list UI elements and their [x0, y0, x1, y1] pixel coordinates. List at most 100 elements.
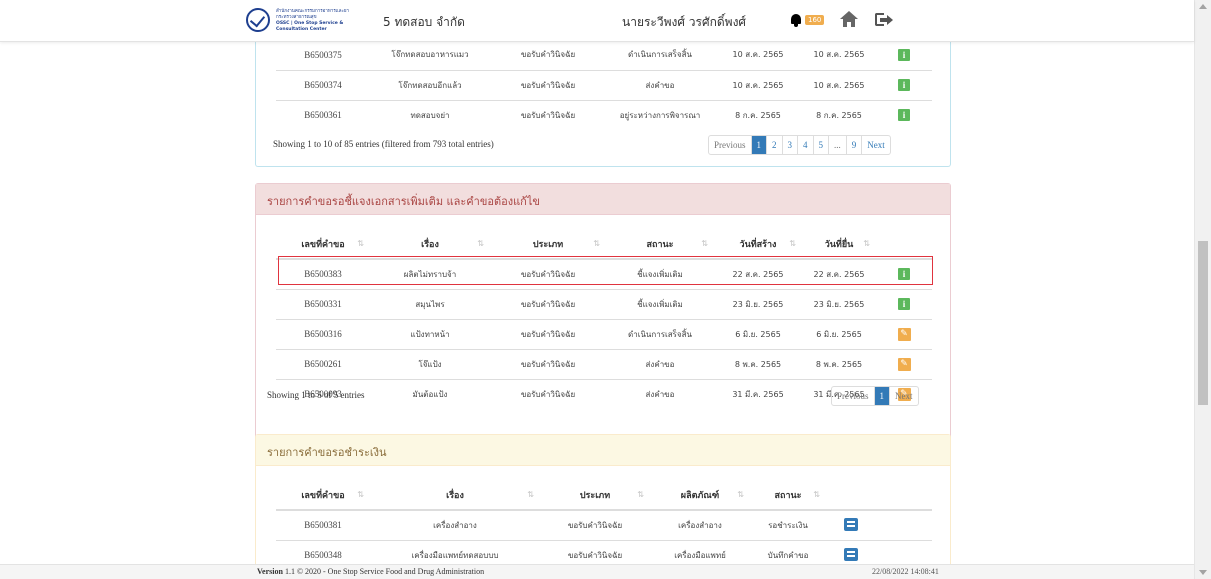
sort-icon[interactable]: ⇅	[701, 239, 708, 248]
request-subject: เครื่องสำอาง	[370, 509, 540, 540]
user-name[interactable]: นายระวีพงศ์ วรศักดิ์พงศ์	[622, 13, 746, 32]
created-date: 10 ส.ค. 2565	[732, 50, 784, 60]
col-header-type[interactable]: ประเภท ⇅	[490, 229, 606, 260]
sort-icon[interactable]: ⇅	[637, 490, 644, 499]
pager-page-1[interactable]: 1	[751, 136, 767, 154]
footer: Version 1.1 © 2020 - One Stop Service Fo…	[0, 564, 1194, 579]
request-subject: โจ๊แป้ง	[370, 348, 490, 379]
info-button[interactable]: i	[898, 298, 910, 310]
info-button[interactable]: i	[898, 109, 910, 122]
request-id: B6500316	[276, 318, 370, 349]
fda-logo-text: สำนักงานคณะกรรมการอาหารและยา กระทรวงสาธา…	[276, 9, 368, 33]
pager-page-2[interactable]: 2	[767, 136, 783, 154]
submitted-date: 23 มิ.ย. 2565	[802, 288, 876, 319]
panel-title: รายการคำขอรอชี้แจงเอกสารเพิ่มเติม และคำข…	[256, 184, 950, 215]
request-status: ดำเนินการเสร็จสิ้น	[628, 50, 692, 60]
table-row[interactable]: B6500261 โจ๊แป้ง ขอรับคำวินิจฉัย ส่งคำขอ…	[276, 348, 932, 379]
request-subject: มันต้อแป้ง	[370, 378, 490, 409]
scroll-thumb[interactable]	[1198, 241, 1208, 405]
pager-page-1[interactable]: 1	[874, 387, 890, 405]
pager-page-4[interactable]: 4	[798, 136, 814, 154]
request-id: B6500361	[276, 99, 370, 130]
logout-icon[interactable]	[875, 12, 893, 28]
request-status: ส่งคำขอ	[606, 348, 714, 379]
request-status: รอชำระเงิน	[750, 509, 826, 540]
home-icon[interactable]	[840, 11, 858, 27]
table-row[interactable]: B6500381 เครื่องสำอาง ขอรับคำวินิจฉัย เค…	[276, 509, 932, 540]
request-subject: โจ๊กทดสอบอีกแล้ว	[370, 69, 490, 100]
highlight-box	[278, 256, 933, 285]
scroll-down-icon[interactable]	[1199, 570, 1207, 575]
payment-table: เลขที่คำขอ ⇅ เรื่อง ⇅ ประเภท ⇅ ผลิตภัณฑ์ ⇅ ส…	[276, 480, 932, 570]
sort-icon[interactable]: ⇅	[737, 490, 744, 499]
col-header-id[interactable]: เลขที่คำขอ ⇅	[276, 480, 370, 511]
request-type: ขอรับคำวินิจฉัย	[490, 288, 606, 319]
footer-timestamp: 22/08/2022 14:08:41	[872, 567, 939, 576]
edit-icon[interactable]: ✎	[897, 357, 911, 371]
sort-icon[interactable]: ⇅	[593, 239, 600, 248]
submitted-date: 6 มิ.ย. 2565	[802, 318, 876, 349]
payment-icon[interactable]	[844, 547, 858, 561]
pager-ellipsis: ...	[829, 136, 847, 154]
sort-icon[interactable]: ⇅	[789, 239, 796, 248]
request-id: B6500374	[276, 69, 370, 100]
col-header-product[interactable]: ผลิตภัณฑ์ ⇅	[650, 480, 750, 511]
pager-previous[interactable]: Previous	[832, 387, 875, 405]
col-header-created[interactable]: วันที่สร้าง ⇅	[714, 229, 802, 260]
sort-icon[interactable]: ⇅	[813, 490, 820, 499]
request-id: B6500331	[276, 288, 370, 319]
panel-title: รายการคำขอรอชำระเงิน	[256, 435, 950, 466]
request-type: ขอรับคำวินิจฉัย	[490, 348, 606, 379]
requests-table: B6500375 โจ๊กทดสอบอาหารแมว ขอรับคำวินิจฉ…	[276, 40, 932, 130]
col-header-subject[interactable]: เรื่อง ⇅	[370, 480, 540, 511]
vertical-scrollbar[interactable]	[1194, 0, 1211, 579]
pagination: Previous 1 Next	[831, 386, 919, 406]
table-row[interactable]: B6500331 สมุนไพร ขอรับคำวินิจฉัย ชี้แจงเ…	[276, 288, 932, 319]
top-navbar: สำนักงานคณะกรรมการอาหารและยา กระทรวงสาธา…	[0, 0, 1194, 42]
sort-icon[interactable]: ⇅	[527, 490, 534, 499]
request-id: B6500381	[276, 509, 370, 540]
table-info-text: Showing 1 to 10 of 85 entries (filtered …	[273, 139, 494, 149]
pager-page-3[interactable]: 3	[783, 136, 798, 154]
request-subject: แป้งทาหน้า	[370, 318, 490, 349]
col-header-status[interactable]: สถานะ ⇅	[606, 229, 714, 260]
scroll-up-icon[interactable]	[1199, 4, 1207, 9]
col-header-status[interactable]: สถานะ ⇅	[750, 480, 826, 511]
created-date: 6 มิ.ย. 2565	[714, 318, 802, 349]
pager-page-5[interactable]: 5	[814, 136, 829, 154]
info-button[interactable]: i	[898, 79, 910, 91]
edit-icon[interactable]: ✎	[897, 327, 911, 341]
col-header-subject[interactable]: เรื่อง ⇅	[370, 229, 490, 260]
info-button[interactable]: i	[898, 48, 910, 61]
col-header-submitted[interactable]: วันที่ยื่น ⇅	[802, 229, 876, 260]
table-row[interactable]: B6500361 ทดสอบจย่า ขอรับคำวินิจฉัย อยู่ร…	[276, 99, 932, 130]
table-row[interactable]: B6500375 โจ๊กทดสอบอาหารแมว ขอรับคำวินิจฉ…	[276, 40, 932, 70]
col-header-type[interactable]: ประเภท ⇅	[540, 480, 650, 511]
request-status: ดำเนินการเสร็จสิ้น	[606, 318, 714, 349]
request-status: ส่งคำขอ	[606, 69, 714, 100]
table-row[interactable]: B6500374 โจ๊กทดสอบอีกแล้ว ขอรับคำวินิจฉั…	[276, 69, 932, 100]
created-date: 31 มี.ค. 2565	[714, 378, 802, 409]
sort-icon[interactable]: ⇅	[477, 239, 484, 248]
request-type: ขอรับคำวินิจฉัย	[490, 318, 606, 349]
created-date: 23 มิ.ย. 2565	[714, 288, 802, 319]
sort-icon[interactable]: ⇅	[357, 490, 364, 499]
sort-icon[interactable]: ⇅	[357, 239, 364, 248]
bell-icon[interactable]	[789, 13, 803, 27]
sort-icon[interactable]: ⇅	[863, 239, 870, 248]
table-info-text: Showing 1 to 5 of 5 entries	[267, 390, 365, 400]
fda-logo-icon[interactable]	[246, 8, 270, 32]
submitted-date: 8 พ.ค. 2565	[802, 348, 876, 379]
created-date: 10 ส.ค. 2565	[714, 69, 802, 100]
payment-icon[interactable]	[844, 517, 858, 531]
col-header-id[interactable]: เลขที่คำขอ ⇅	[276, 229, 370, 260]
pager-next[interactable]: Next	[862, 136, 890, 154]
pager-previous[interactable]: Previous	[709, 136, 752, 154]
notification-badge[interactable]: 160	[805, 15, 825, 25]
request-subject: สมุนไพร	[370, 288, 490, 319]
pager-page-9[interactable]: 9	[847, 136, 863, 154]
request-status: อยู่ระหว่างการพิจารณา	[606, 99, 714, 130]
pager-next[interactable]: Next	[890, 387, 918, 405]
table-row[interactable]: B6500316 แป้งทาหน้า ขอรับคำวินิจฉัย ดำเน…	[276, 318, 932, 349]
request-type: ขอรับคำวินิจฉัย	[520, 50, 576, 60]
